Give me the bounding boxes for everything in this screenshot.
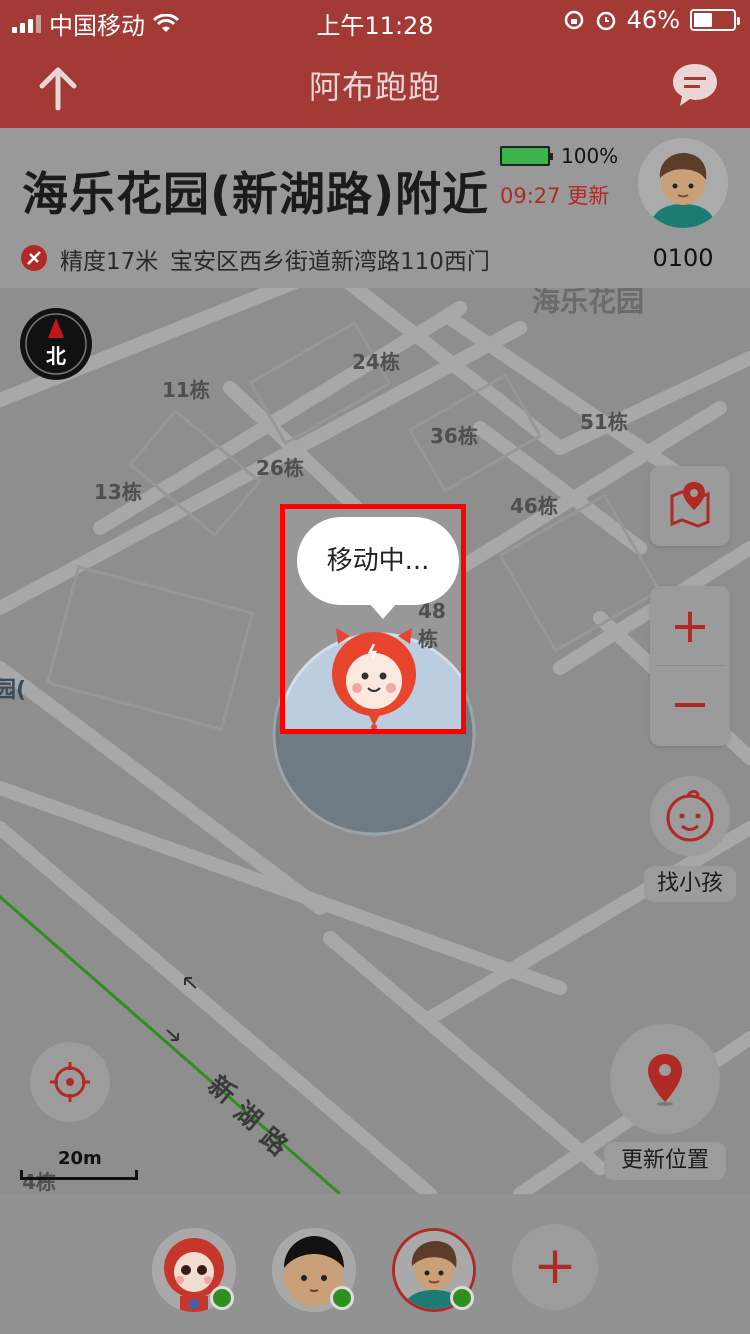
device-battery-percent: 100% bbox=[561, 144, 619, 168]
page-title: 阿布跑跑 bbox=[308, 68, 441, 106]
building-label: 13栋 bbox=[94, 480, 142, 504]
building-label: 48栋 bbox=[418, 599, 446, 651]
device-avatar[interactable] bbox=[638, 138, 728, 228]
building-label: 11栋 bbox=[162, 378, 210, 402]
partial-map-text: 园( bbox=[0, 678, 27, 703]
zoom-in-button[interactable]: + bbox=[650, 586, 730, 666]
crosshair-icon bbox=[50, 1062, 90, 1102]
map-scale: 20m bbox=[20, 1148, 140, 1188]
child-switcher-bar: + bbox=[0, 1194, 750, 1334]
rotation-lock-icon bbox=[564, 10, 583, 30]
my-location-button[interactable] bbox=[30, 1042, 110, 1122]
device-number: 0100 bbox=[652, 244, 714, 272]
building-label: 51栋 bbox=[580, 410, 628, 434]
boy-avatar-icon bbox=[638, 138, 728, 228]
building-label: 36栋 bbox=[430, 424, 478, 448]
online-status-dot bbox=[210, 1286, 234, 1310]
compass-icon[interactable]: 北 bbox=[20, 308, 92, 380]
map-view[interactable]: 海乐花园 24栋 11栋 36栋 51栋 26栋 13栋 46栋 4栋 园( 新… bbox=[0, 288, 750, 1194]
child-location-marker[interactable]: 48栋 移动中... bbox=[280, 504, 466, 734]
online-status-dot bbox=[330, 1286, 354, 1310]
building-label: 24栋 bbox=[352, 350, 400, 374]
map-area-label: 海乐花园 bbox=[532, 288, 645, 318]
find-child-button[interactable] bbox=[650, 776, 730, 856]
location-title: 海乐花园(新湖路)附近 bbox=[22, 167, 490, 221]
map-layer-button[interactable] bbox=[650, 466, 730, 546]
device-battery-icon bbox=[500, 146, 553, 166]
scale-bar bbox=[20, 1170, 138, 1180]
battery-icon bbox=[690, 9, 740, 31]
alarm-icon bbox=[596, 11, 615, 31]
satellite-icon bbox=[21, 245, 47, 271]
compass-north-label: 北 bbox=[46, 344, 66, 368]
zoom-out-button[interactable]: − bbox=[650, 666, 730, 746]
building-label: 46栋 bbox=[510, 494, 558, 518]
update-time: 09:27 更新 bbox=[500, 184, 610, 208]
status-bubble: 移动中... bbox=[297, 517, 459, 619]
location-pin-icon bbox=[648, 1054, 682, 1106]
address-text: 宝安区西乡街道新湾路110西门 bbox=[170, 249, 490, 275]
accuracy-text: 精度17米 bbox=[60, 249, 159, 275]
building-label: 26栋 bbox=[256, 456, 304, 480]
update-position-label[interactable]: 更新位置 bbox=[604, 1142, 726, 1180]
scale-label: 20m bbox=[58, 1148, 102, 1169]
zoom-control: + − bbox=[650, 586, 730, 746]
baby-face-icon bbox=[666, 790, 714, 842]
map-pin-icon bbox=[670, 482, 710, 528]
plus-icon: + bbox=[533, 1236, 577, 1296]
battery-percent: 46% bbox=[626, 6, 680, 34]
chat-bubble-icon[interactable] bbox=[670, 60, 720, 110]
find-child-label[interactable]: 找小孩 bbox=[644, 866, 736, 902]
update-position-button[interactable] bbox=[610, 1024, 720, 1134]
status-bar: 中国移动 上午11:28 46% bbox=[0, 0, 750, 40]
nav-bar: 阿布跑跑 bbox=[0, 40, 750, 128]
online-status-dot bbox=[450, 1286, 474, 1310]
status-right: 46% bbox=[563, 6, 740, 34]
add-child-button[interactable]: + bbox=[512, 1224, 598, 1310]
